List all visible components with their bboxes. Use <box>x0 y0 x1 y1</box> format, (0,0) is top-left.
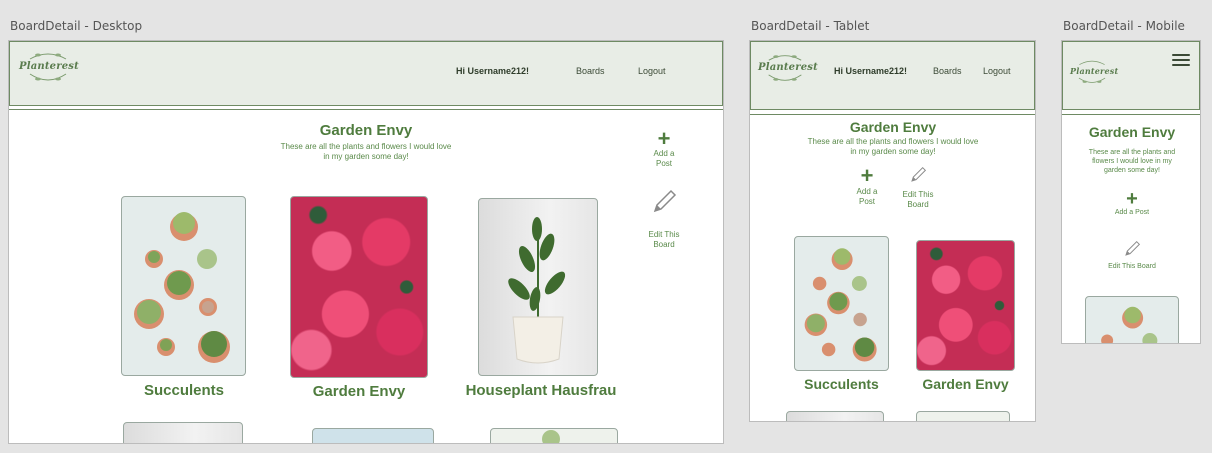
nav-greeting: Hi Username212! <box>834 66 908 76</box>
mobile-frame: Planterest Garden Envy These are all the… <box>1061 40 1201 344</box>
brand-name: Planterest <box>19 61 79 72</box>
pencil-icon <box>653 189 677 213</box>
nav-divider <box>9 109 723 110</box>
plus-icon: + <box>1126 188 1138 210</box>
board-title: Garden Envy <box>319 122 413 139</box>
edit-board-button[interactable]: Edit This Board <box>893 165 943 209</box>
nav-divider <box>1062 114 1200 115</box>
edit-board-label: Edit This Board <box>1108 263 1156 270</box>
desktop-frame: Planterest Hi Username212! Boards Logout… <box>8 40 724 444</box>
board-description: These are all the plants and flowers I w… <box>1072 148 1192 175</box>
board-description: These are all the plants and flowers I w… <box>793 137 993 158</box>
laurel-bottom-icon <box>29 73 67 81</box>
succulents-image <box>134 212 230 363</box>
desktop-navbar <box>9 41 723 106</box>
houseplant-image <box>508 217 566 364</box>
succulents-image <box>804 248 877 362</box>
post-tile-succulents[interactable] <box>794 236 889 371</box>
brand-name: Planterest <box>758 62 818 73</box>
edit-board-button[interactable]: Edit This Board <box>637 187 691 249</box>
post-tile-succulents[interactable] <box>121 196 246 376</box>
board-title: Garden Envy <box>849 119 937 135</box>
post-tile-succulents[interactable] <box>1085 296 1179 343</box>
plus-icon: + <box>657 126 671 151</box>
board-description-line: in my garden some day! <box>323 152 409 162</box>
post-tile[interactable] <box>490 428 618 443</box>
board-description-line: in my garden some day! <box>850 147 936 157</box>
post-tile[interactable] <box>312 428 434 443</box>
nav-divider <box>750 114 1035 115</box>
add-post-button[interactable]: + Add a Post <box>842 165 892 206</box>
frame-label-mobile: BoardDetail - Mobile <box>1063 19 1185 33</box>
add-post-label: Post <box>655 158 672 168</box>
plus-icon: + <box>860 163 874 188</box>
add-post-button[interactable]: + Add a Post <box>637 126 691 168</box>
post-title-garden-envy[interactable]: Garden Envy <box>908 376 1023 392</box>
post-title-succulents[interactable]: Succulents <box>109 382 259 399</box>
edit-board-label: Board <box>907 199 929 209</box>
nav-boards-link[interactable]: Boards <box>576 66 605 76</box>
post-title-garden-envy[interactable]: Garden Envy <box>284 383 434 400</box>
post-tile[interactable] <box>916 411 1010 421</box>
post-tile[interactable] <box>123 422 243 443</box>
edit-board-label: Edit This <box>902 190 934 199</box>
pencil-icon <box>1125 240 1141 256</box>
post-tile-garden-envy[interactable] <box>290 196 428 378</box>
laurel-top-icon <box>1079 60 1105 65</box>
nav-greeting: Hi Username212! <box>456 66 530 76</box>
post-tile-houseplant[interactable] <box>478 198 598 376</box>
post-tile-garden-envy[interactable] <box>916 240 1015 371</box>
pencil-icon <box>911 166 927 182</box>
brand-logo[interactable]: Planterest <box>1070 59 1119 86</box>
add-post-button[interactable]: + Add a Post <box>1092 189 1172 217</box>
add-post-label: Add a <box>856 187 878 196</box>
board-description-line: flowers I would love in my <box>1092 158 1172 166</box>
edit-board-label: Edit This <box>648 230 680 239</box>
laurel-top-icon <box>768 55 802 61</box>
nav-logout-link[interactable]: Logout <box>638 66 666 76</box>
nav-boards-link[interactable]: Boards <box>933 66 962 76</box>
frame-label-desktop: BoardDetail - Desktop <box>10 19 143 33</box>
brand-name: Planterest <box>1070 66 1119 76</box>
board-description-line: garden some day! <box>1103 167 1161 175</box>
board-title: Garden Envy <box>1088 124 1176 140</box>
board-description: These are all the plants and flowers I w… <box>256 142 476 163</box>
edit-board-label: Board <box>653 239 675 249</box>
edit-board-button[interactable]: Edit This Board <box>1087 239 1177 271</box>
hamburger-icon[interactable] <box>1172 54 1190 69</box>
laurel-bottom-icon <box>768 74 802 81</box>
post-title-houseplant[interactable]: Houseplant Hausfrau <box>461 382 621 399</box>
add-post-label: Add a <box>653 149 675 158</box>
add-post-label: Add a Post <box>1114 209 1150 216</box>
laurel-top-icon <box>29 53 67 60</box>
board-description-line: These are all the plants and <box>1088 149 1176 156</box>
brand-logo[interactable]: Planterest <box>758 53 818 84</box>
succulent-image <box>542 430 560 443</box>
laurel-bottom-icon <box>1078 77 1106 83</box>
post-title-succulents[interactable]: Succulents <box>784 376 899 392</box>
add-post-label: Post <box>858 196 875 206</box>
board-description-line: These are all the plants and flowers I w… <box>280 142 452 151</box>
frame-label-tablet: BoardDetail - Tablet <box>751 19 870 33</box>
brand-logo[interactable]: Planterest <box>19 51 79 84</box>
board-description-line: These are all the plants and flowers I w… <box>807 137 979 146</box>
nav-logout-link[interactable]: Logout <box>983 66 1011 76</box>
tablet-frame: Planterest Hi Username212! Boards Logout… <box>749 40 1036 422</box>
succulents-image <box>1101 306 1158 343</box>
post-tile[interactable] <box>786 411 884 421</box>
